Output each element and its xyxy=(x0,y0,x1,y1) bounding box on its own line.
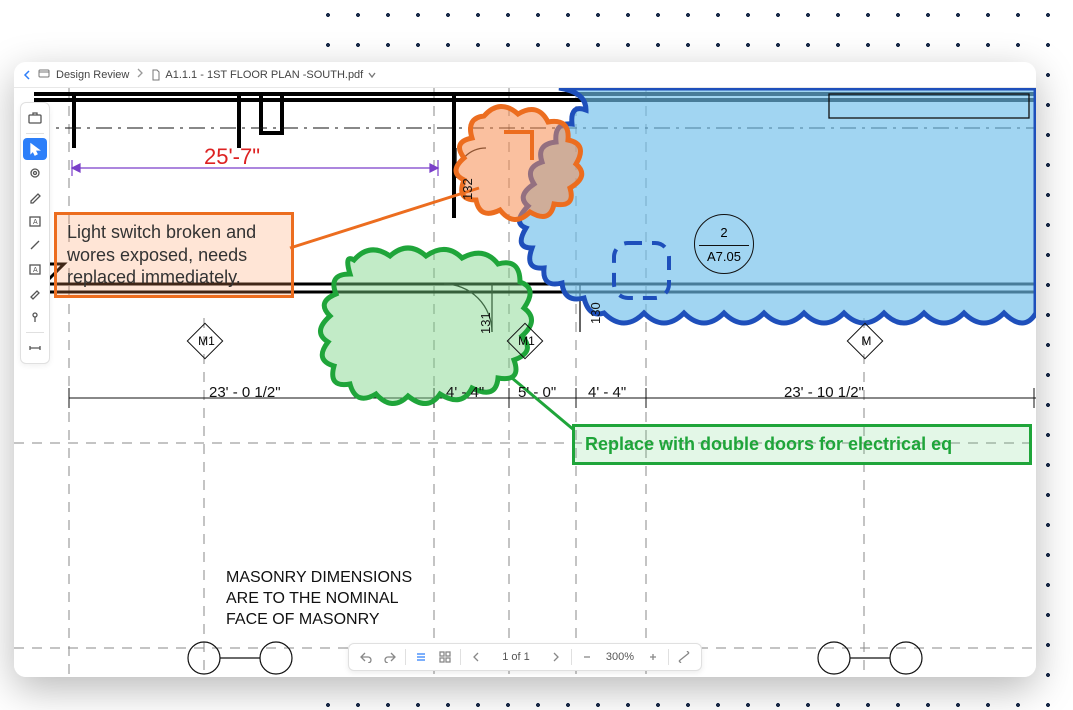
pen-tool[interactable] xyxy=(23,186,47,208)
pencil-tool[interactable] xyxy=(23,282,47,304)
list-view-button[interactable] xyxy=(412,648,430,666)
svg-text:A: A xyxy=(33,219,38,226)
note-line-3: FACE OF MASONRY xyxy=(226,610,412,631)
prev-page-button[interactable] xyxy=(467,648,485,666)
masonry-note: MASONRY DIMENSIONS ARE TO THE NOMINAL FA… xyxy=(226,568,412,630)
ruler-button[interactable] xyxy=(675,648,693,666)
door-tag-130: 130 xyxy=(588,302,603,324)
dimension-tool[interactable] xyxy=(23,337,47,359)
breadcrumb-filename: A1.1.1 - 1ST FLOOR PLAN -SOUTH.pdf xyxy=(165,69,363,81)
divider xyxy=(26,332,44,333)
svg-text:A: A xyxy=(33,267,38,274)
zoom-in-button[interactable] xyxy=(644,648,662,666)
toolbox-tool[interactable] xyxy=(23,107,47,129)
orange-callout[interactable]: Light switch broken and wores exposed, n… xyxy=(54,212,294,298)
select-tool[interactable] xyxy=(23,138,47,160)
file-icon xyxy=(151,69,161,81)
undo-button[interactable] xyxy=(357,648,375,666)
dimension-4: 4' - 4" xyxy=(588,384,626,401)
reference-number: 2 xyxy=(695,225,753,240)
settings-tool[interactable] xyxy=(23,162,47,184)
next-page-button[interactable] xyxy=(547,648,565,666)
dimension-1: 23' - 0 1/2" xyxy=(209,384,281,401)
divider xyxy=(26,133,44,134)
drawing-canvas[interactable]: 25'-7" 23' - 0 1/2" 4' - 4" 5' - 0" 4' -… xyxy=(14,88,1036,677)
tool-rail: A A xyxy=(20,102,50,364)
top-breadcrumb-bar: Design Review A1.1.1 - 1ST FLOOR PLAN -S… xyxy=(14,62,1036,88)
note-line-1: MASONRY DIMENSIONS xyxy=(226,568,412,589)
door-tag-132: 132 xyxy=(460,178,475,200)
pin-tool[interactable] xyxy=(23,306,47,328)
note-line-2: ARE TO THE NOMINAL xyxy=(226,589,412,610)
text-annotation-tool[interactable]: A xyxy=(23,258,47,280)
reference-sheet: A7.05 xyxy=(695,249,753,264)
green-callout[interactable]: Replace with double doors for electrical… xyxy=(572,424,1032,465)
grid-view-button[interactable] xyxy=(436,648,454,666)
dimension-5: 23' - 10 1/2" xyxy=(784,384,864,401)
breadcrumb-section[interactable]: Design Review xyxy=(56,69,129,81)
line-tool[interactable] xyxy=(23,234,47,256)
dimension-2: 4' - 4" xyxy=(446,384,484,401)
dimension-3: 5' - 0" xyxy=(518,384,556,401)
text-box-tool[interactable]: A xyxy=(23,210,47,232)
reference-bubble: 2 A7.05 xyxy=(694,214,754,274)
section-icon xyxy=(38,67,50,82)
door-tag-131: 131 xyxy=(478,312,493,334)
dimension-red: 25'-7" xyxy=(204,144,260,170)
zoom-out-button[interactable] xyxy=(578,648,596,666)
page-indicator[interactable]: 1 of 1 xyxy=(491,651,541,663)
chevron-down-icon xyxy=(367,70,377,80)
plan-svg xyxy=(14,88,1036,677)
chevron-right-icon xyxy=(135,68,145,81)
back-button[interactable] xyxy=(22,70,32,80)
breadcrumb-file[interactable]: A1.1.1 - 1ST FLOOR PLAN -SOUTH.pdf xyxy=(151,69,377,81)
zoom-value[interactable]: 300% xyxy=(602,651,638,663)
redo-button[interactable] xyxy=(381,648,399,666)
pdf-viewer-window: Design Review A1.1.1 - 1ST FLOOR PLAN -S… xyxy=(14,62,1036,677)
bottom-toolbar: 1 of 1 300% xyxy=(348,643,702,671)
